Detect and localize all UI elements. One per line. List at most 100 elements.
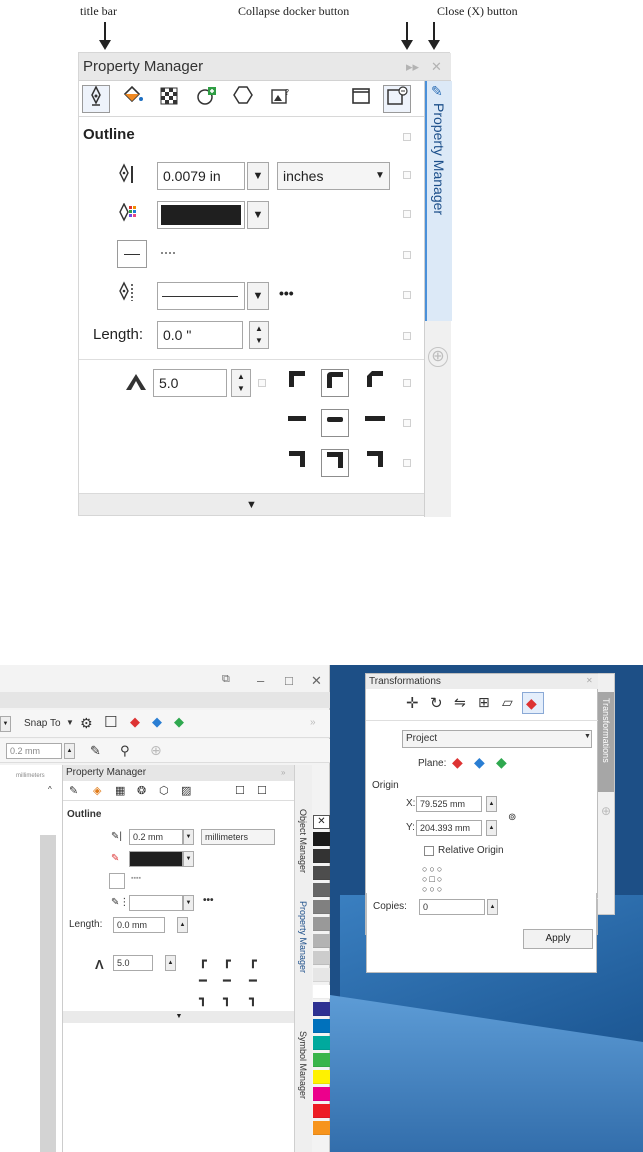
length-spinner[interactable]: ▲ ▼ [249, 321, 269, 349]
line-style-button[interactable] [109, 873, 125, 889]
bevel-corner-icon[interactable] [361, 369, 389, 397]
butt-cap-icon[interactable] [283, 409, 311, 437]
dash-style-icon[interactable] [161, 252, 175, 255]
tab-object-manager[interactable]: Object Manager [298, 809, 308, 873]
round-cap-icon[interactable] [321, 409, 349, 437]
center-position-icon[interactable] [321, 449, 349, 477]
units-select[interactable]: inches [277, 162, 390, 190]
project-tab-button[interactable]: ◆ [522, 692, 544, 714]
palette-swatch[interactable] [313, 900, 330, 914]
units-select[interactable]: millimeters [201, 829, 275, 845]
size-input[interactable]: 0.2 mm [6, 743, 62, 759]
copies-input[interactable]: 0 [419, 899, 485, 915]
miter-spinner[interactable]: ▲ [165, 955, 176, 971]
center-position-icon[interactable]: ┓ [223, 991, 231, 1007]
square-cap-icon[interactable]: ━ [249, 973, 257, 989]
apply-button[interactable]: Apply [523, 929, 593, 949]
plane-yz-icon[interactable]: ◆ [474, 754, 485, 771]
outside-position-icon[interactable] [283, 449, 311, 477]
square-cap-icon[interactable] [361, 409, 389, 437]
x-spinner[interactable]: ▲ [486, 796, 497, 812]
palette-swatch[interactable] [313, 1053, 330, 1067]
outline-width-input[interactable]: 0.2 mm [129, 829, 183, 845]
palette-swatch[interactable] [313, 1121, 330, 1135]
fill-bucket-icon[interactable] [119, 85, 147, 113]
palette-swatch[interactable] [313, 883, 330, 897]
miter-corner-icon[interactable] [283, 369, 311, 397]
tab-transformations[interactable]: Transformations [598, 692, 614, 792]
link-frame-icon[interactable]: ☐ [257, 784, 267, 797]
outline-pen-icon[interactable]: ✎ [90, 743, 101, 759]
palette-swatch[interactable] [313, 1036, 330, 1050]
cube-red-icon[interactable]: ◆ [130, 714, 140, 730]
image-icon[interactable]: ? [267, 85, 295, 113]
butt-cap-icon[interactable]: ━ [199, 973, 207, 989]
bevel-corner-icon[interactable]: ┏ [249, 953, 257, 969]
maximize-button[interactable]: □ [285, 673, 293, 688]
copies-spinner[interactable]: ▲ [487, 899, 498, 915]
effects-icon[interactable]: ❂ [137, 784, 146, 797]
round-corner-icon[interactable]: ┏ [223, 953, 231, 969]
chevron-down-icon[interactable]: ▼ [183, 851, 194, 867]
miter-spinner[interactable]: ▲ ▼ [231, 369, 251, 397]
frame-icon[interactable] [347, 85, 375, 113]
palette-swatch[interactable] [313, 1019, 330, 1033]
anchor-grid-icon[interactable]: ○○○ ○□○ ○○○ [422, 864, 444, 894]
snap-to-label[interactable]: Snap To [24, 718, 61, 729]
tab-property-manager[interactable]: ✎ Property Manager [425, 81, 452, 321]
inside-position-icon[interactable]: ┓ [249, 991, 257, 1007]
add-tab-icon[interactable]: ⊕ [601, 804, 611, 818]
palette-swatch[interactable] [313, 1104, 330, 1118]
miter-corner-icon[interactable]: ┏ [199, 953, 207, 969]
transparency-icon[interactable]: ▦ [115, 784, 125, 797]
transformations-title[interactable]: Transformations [366, 674, 599, 689]
palette-swatch[interactable] [313, 951, 330, 965]
round-corner-icon[interactable] [321, 369, 349, 397]
section-checkbox[interactable] [403, 133, 411, 141]
frame-icon[interactable]: ☐ [104, 713, 117, 731]
row-checkbox[interactable] [403, 419, 411, 427]
chevron-down-icon[interactable]: ▼ [0, 716, 11, 732]
miter-limit-input[interactable]: 5.0 [113, 955, 153, 971]
row-checkbox[interactable] [403, 210, 411, 218]
vertical-scrollbar[interactable] [40, 835, 56, 1152]
frame-icon[interactable]: ☐ [235, 784, 245, 797]
size-icon[interactable]: ⊞ [478, 694, 490, 711]
miter-limit-input[interactable]: 5.0 [153, 369, 227, 397]
effects-icon[interactable] [193, 85, 221, 113]
length-input[interactable]: 0.0 mm [113, 917, 165, 933]
docker-title-bar[interactable]: Property Manager ▸▸ ✕ [79, 53, 451, 81]
palette-swatch[interactable]: ✕ [313, 815, 330, 829]
palette-swatch[interactable] [313, 968, 330, 982]
tab-symbol-manager[interactable]: Symbol Manager [298, 1031, 308, 1099]
round-cap-icon[interactable]: ━ [223, 973, 231, 989]
collapse-docker-button[interactable]: ▸▸ [406, 59, 419, 75]
scroll-down-button[interactable]: ▼ [63, 1011, 295, 1023]
mirror-icon[interactable]: ⇋ [454, 694, 466, 711]
row-checkbox[interactable] [403, 171, 411, 179]
palette-swatch[interactable] [313, 832, 330, 846]
gear-icon[interactable]: ⚙ [80, 715, 93, 732]
polygon-icon[interactable] [229, 85, 257, 113]
fill-icon[interactable]: ⚲ [120, 743, 130, 759]
outside-position-icon[interactable]: ┓ [199, 991, 207, 1007]
palette-swatch[interactable] [313, 1087, 330, 1101]
chevron-down-icon[interactable]: ▼ [66, 718, 74, 727]
palette-swatch[interactable] [313, 934, 330, 948]
cube-blue-icon[interactable]: ◆ [152, 714, 162, 730]
chevron-down-icon[interactable]: ▼ [183, 829, 194, 845]
overflow-icon[interactable]: » [310, 717, 316, 728]
row-checkbox[interactable] [403, 332, 411, 340]
line-style-select[interactable] [129, 895, 183, 911]
row-checkbox[interactable] [403, 291, 411, 299]
close-window-button[interactable]: ✕ [311, 673, 322, 689]
inside-position-icon[interactable] [361, 449, 389, 477]
plane-xz-icon[interactable]: ◆ [496, 754, 507, 771]
cube-green-icon[interactable]: ◆ [174, 714, 184, 730]
palette-swatch[interactable] [313, 866, 330, 880]
chevron-down-icon[interactable]: ▼ [183, 895, 194, 911]
minimize-button[interactable]: – [257, 673, 264, 688]
palette-swatch[interactable] [313, 1070, 330, 1084]
row-checkbox[interactable] [403, 459, 411, 467]
chevron-down-icon[interactable]: ▼ [247, 201, 269, 229]
